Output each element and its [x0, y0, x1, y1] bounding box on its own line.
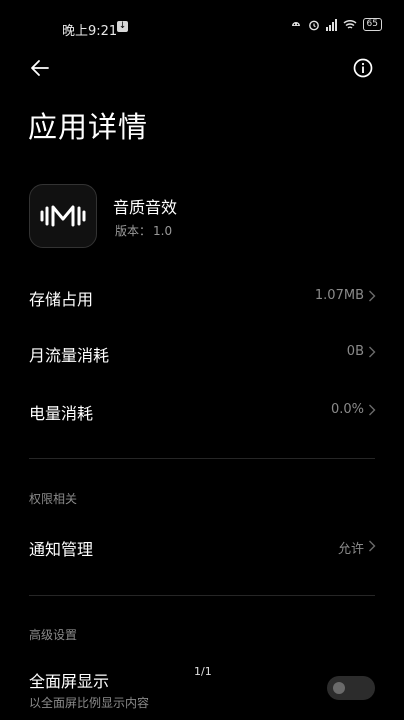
arrow-left-icon[interactable]	[28, 56, 52, 80]
status-time: 晚上9:21	[62, 24, 118, 39]
chevron-right-icon	[369, 346, 376, 358]
divider	[29, 458, 375, 459]
page-title: 应用详情	[28, 110, 149, 144]
status-icons: 65	[290, 18, 382, 31]
android-icon	[291, 21, 300, 26]
version-value: 1.0	[153, 224, 173, 238]
data-usage-value: 0B	[346, 344, 364, 359]
storage-row[interactable]: 存储占用 1.07MB	[0, 278, 404, 314]
chevron-right-icon	[369, 290, 376, 302]
app-name: 音质音效	[113, 198, 178, 217]
data-usage-row[interactable]: 月流量消耗 0B	[0, 334, 404, 370]
chevron-right-icon	[369, 540, 376, 552]
battery-icon: 65	[362, 18, 382, 31]
battery-usage-row[interactable]: 电量消耗 0.0%	[0, 392, 404, 428]
status-bar: 晚上9:21 ↓ 65	[0, 0, 404, 48]
fullscreen-toggle[interactable]	[327, 676, 375, 700]
app-version: 版本： 1.0	[113, 222, 172, 239]
divider	[29, 595, 375, 596]
storage-value: 1.07MB	[314, 288, 364, 303]
alarm-icon	[308, 20, 319, 30]
wifi-icon	[343, 19, 357, 29]
advanced-section-title: 高级设置	[29, 628, 78, 642]
app-icon	[29, 184, 97, 248]
fullscreen-label: 全面屏显示	[29, 672, 110, 691]
notification-manage-row[interactable]: 通知管理 允许	[0, 528, 404, 564]
battery-usage-value: 0.0%	[330, 402, 364, 417]
version-label: 版本：	[115, 224, 152, 238]
data-usage-label: 月流量消耗	[29, 346, 110, 365]
notification-manage-value: 允许	[337, 542, 364, 557]
signal-icon	[325, 18, 337, 31]
info-circle-icon[interactable]	[352, 57, 374, 79]
storage-label: 存储占用	[29, 290, 94, 309]
page-indicator: 1/1	[194, 665, 212, 678]
battery-usage-label: 电量消耗	[29, 404, 94, 423]
permissions-section-title: 权限相关	[29, 492, 78, 506]
fullscreen-description: 以全面屏比例显示内容	[29, 696, 150, 710]
sound-wave-logo-icon	[40, 205, 86, 227]
chevron-right-icon	[369, 404, 376, 416]
toggle-knob	[333, 682, 345, 694]
notification-manage-label: 通知管理	[29, 540, 94, 559]
download-notification-icon: ↓	[117, 21, 128, 32]
